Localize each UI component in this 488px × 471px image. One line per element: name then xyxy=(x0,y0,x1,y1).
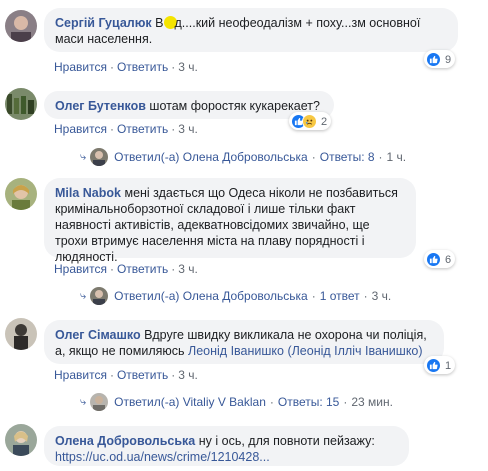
comment-actions: Нравится · Ответить · 3 ч. xyxy=(54,60,198,74)
replies-link[interactable]: ⤷ Ответил(-а) Олена Добровольська · Отве… xyxy=(80,148,406,166)
avatar xyxy=(90,393,109,411)
like-icon xyxy=(426,52,441,67)
comment-text: шотам форостяк кукарекает? xyxy=(149,99,320,113)
like-link[interactable]: Нравится xyxy=(54,368,107,382)
avatar[interactable] xyxy=(5,10,37,42)
reactions-badge[interactable]: 9 xyxy=(424,50,456,68)
reply-link[interactable]: Ответить xyxy=(117,368,168,382)
avatar[interactable] xyxy=(5,88,37,120)
comment-actions: Нравится · Ответить · 3 ч. xyxy=(54,368,198,382)
comment-author[interactable]: Олена Добровольська xyxy=(55,434,195,448)
comment-bubble: Сергій Гуцалюк Вд....кий неофеодалізм + … xyxy=(44,8,458,52)
article-link[interactable]: https://uc.od.ua/news/crime/1210428... xyxy=(55,450,270,464)
replies-time: 23 мин. xyxy=(351,395,393,409)
replies-link[interactable]: ⤷ Ответил(-а) Vitaliy V Baklan · Ответы:… xyxy=(80,393,393,411)
comment-time[interactable]: 3 ч. xyxy=(178,262,198,276)
comment-bubble: Олена Добровольська ну і ось, для повнот… xyxy=(44,426,409,466)
comment-author[interactable]: Олег Сімашко xyxy=(55,328,141,342)
comment-time[interactable]: 3 ч. xyxy=(178,60,198,74)
comment-author[interactable]: Mila Nabok xyxy=(55,186,121,200)
comment-time[interactable]: 3 ч. xyxy=(178,368,198,382)
reply-arrow-icon: ⤷ xyxy=(80,151,87,163)
like-icon xyxy=(426,358,441,373)
reactions-badge[interactable]: 1 xyxy=(424,356,456,374)
like-icon xyxy=(426,252,441,267)
avatar xyxy=(90,148,109,166)
comment-time[interactable]: 3 ч. xyxy=(178,122,198,136)
like-link[interactable]: Нравится xyxy=(54,60,107,74)
reply-link[interactable]: Ответить xyxy=(117,262,168,276)
reply-link[interactable]: Ответить xyxy=(117,60,168,74)
reply-link[interactable]: Ответить xyxy=(117,122,168,136)
like-link[interactable]: Нравится xyxy=(54,262,107,276)
replies-time: 3 ч. xyxy=(371,289,392,303)
comment-bubble: Mila Nabok мені здається що Одеса ніколи… xyxy=(44,178,416,264)
sad-icon xyxy=(302,114,317,129)
replies-time: 1 ч. xyxy=(386,150,407,164)
comment-author[interactable]: Олег Бутенков xyxy=(55,99,146,113)
reply-arrow-icon: ⤷ xyxy=(80,396,87,408)
comment-bubble: Олег Сімашко Вдруге швидку викликала не … xyxy=(44,320,444,364)
reactions-badge[interactable]: 6 xyxy=(424,250,456,268)
replies-link[interactable]: ⤷ Ответил(-а) Олена Добровольська · 1 от… xyxy=(80,287,391,305)
avatar[interactable] xyxy=(5,424,37,456)
comment-actions: Нравится · Ответить · 3 ч. xyxy=(54,122,198,136)
like-link[interactable]: Нравится xyxy=(54,122,107,136)
replies-count: Ответы: 8 xyxy=(319,150,375,164)
comment-actions: Нравится · Ответить · 3 ч. xyxy=(54,262,198,276)
reply-arrow-icon: ⤷ xyxy=(80,290,87,302)
avatar[interactable] xyxy=(5,318,37,350)
comment-text: ну і ось, для повноти пейзажу: xyxy=(198,434,375,448)
mention-link[interactable]: Леонід Іванишко (Леонід Ілліч Іванишко) xyxy=(188,344,423,358)
avatar[interactable] xyxy=(5,178,37,210)
replies-count: Ответы: 15 xyxy=(277,395,340,409)
comment-author[interactable]: Сергій Гуцалюк xyxy=(55,16,152,30)
avatar xyxy=(90,287,109,305)
reactions-badge[interactable]: 2 xyxy=(289,112,332,130)
replies-count: 1 ответ xyxy=(319,289,360,303)
